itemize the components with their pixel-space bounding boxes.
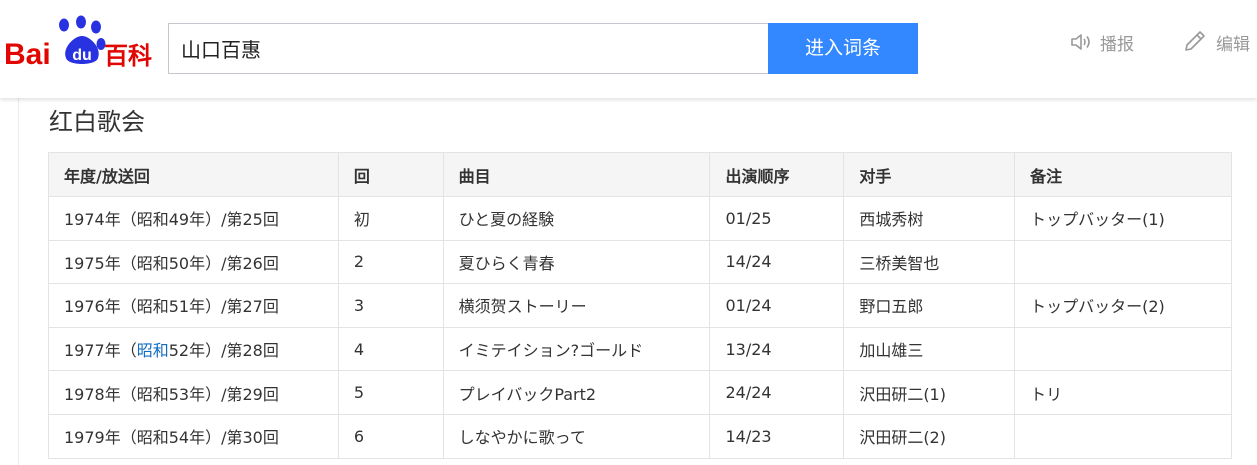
section-title: 红白歌会 xyxy=(49,108,145,136)
header: du Bai 百科 进入词条 播报 编辑 xyxy=(0,0,1257,98)
note-cell: トリ xyxy=(1014,370,1232,415)
year-text: 1975年（ xyxy=(64,253,137,273)
order-cell: 13/24 xyxy=(709,326,845,372)
note-cell: トップバッター(2) xyxy=(1014,283,1232,328)
round-cell: 2 xyxy=(337,239,444,285)
pencil-icon xyxy=(1185,31,1205,51)
showa-link[interactable]: 昭和 xyxy=(137,341,169,360)
year-text: 昭和54年）/第30回 xyxy=(136,428,279,448)
enter-entry-button[interactable]: 进入词条 xyxy=(768,23,918,74)
year-cell: 1975年（昭和50年）/第26回 xyxy=(48,239,339,285)
table-row: 1975年（昭和50年）/第26回 2 夏ひらく青春 14/24 三桥美智也 xyxy=(48,239,1232,285)
round-cell: 6 xyxy=(337,413,444,459)
year-text: 昭和53年）/第29回 xyxy=(136,384,279,404)
speaker-icon xyxy=(1071,34,1090,50)
order-cell: 14/24 xyxy=(709,239,845,285)
column-header: 出演顺序 xyxy=(709,152,845,197)
year-text: 1979年（ xyxy=(64,428,137,448)
opponent-cell: 沢田研二(2) xyxy=(843,413,1016,459)
edit-button[interactable]: 编辑 xyxy=(1182,30,1250,55)
song-cell: 横须贺ストーリー xyxy=(442,283,711,328)
baidu-baike-logo[interactable]: du Bai 百科 xyxy=(4,14,156,71)
order-cell: 01/25 xyxy=(709,196,845,241)
table-row: 1979年（昭和54年）/第30回 6 しなやかに歌って 14/23 沢田研二(… xyxy=(48,413,1232,459)
year-text: 1976年（ xyxy=(64,297,137,317)
year-text: 昭和49年）/第25回 xyxy=(136,210,279,230)
year-text: 昭和51年）/第27回 xyxy=(136,297,279,317)
logo-du-text: du xyxy=(72,47,92,64)
opponent-cell: 加山雄三 xyxy=(843,326,1016,372)
order-cell: 01/24 xyxy=(709,283,845,328)
year-cell: 1977年（昭和52年）/第28回 xyxy=(48,326,339,372)
table-row: 1977年（昭和52年）/第28回 4 イミテイション?ゴールド 13/24 加… xyxy=(48,326,1232,372)
column-header: 年度/放送回 xyxy=(48,152,339,197)
logo-baike-text: 百科 xyxy=(104,42,152,70)
song-cell: 夏ひらく青春 xyxy=(442,239,711,285)
year-cell: 1979年（昭和54年）/第30回 xyxy=(48,413,339,459)
year-cell: 1976年（昭和51年）/第27回 xyxy=(48,283,339,328)
song-cell: しなやかに歌って xyxy=(442,413,711,459)
opponent-cell: 野口五郎 xyxy=(843,283,1016,328)
search-input[interactable] xyxy=(169,24,769,73)
column-header: 对手 xyxy=(843,152,1016,197)
song-cell: ひと夏の経験 xyxy=(442,196,711,241)
year-text: 1977年（ xyxy=(64,341,137,361)
edit-label: 编辑 xyxy=(1216,34,1250,55)
year-text: 52年）/第28回 xyxy=(168,341,279,361)
play-audio-button[interactable]: 播报 xyxy=(1070,30,1134,55)
year-cell: 1978年（昭和53年）/第29回 xyxy=(48,370,339,415)
play-label: 播报 xyxy=(1100,34,1134,55)
song-cell: プレイバックPart2 xyxy=(442,370,711,415)
year-text: 1978年（ xyxy=(64,384,137,404)
table-row: 1976年（昭和51年）/第27回 3 横须贺ストーリー 01/24 野口五郎 … xyxy=(48,283,1232,328)
opponent-cell: 三桥美智也 xyxy=(843,239,1016,285)
note-cell xyxy=(1014,413,1232,459)
column-header: 曲目 xyxy=(442,152,711,197)
song-cell: イミテイション?ゴールド xyxy=(442,326,711,372)
main-content: 红白歌会 年度/放送回 回 曲目 出演顺序 对手 备注 1974年（昭和49年）… xyxy=(18,98,1257,465)
column-header: 备注 xyxy=(1014,152,1232,197)
logo-bai-text: Bai xyxy=(4,38,51,70)
note-cell xyxy=(1014,239,1232,285)
order-cell: 14/23 xyxy=(709,413,845,459)
year-text: 昭和50年）/第26回 xyxy=(136,253,279,273)
table-header-row: 年度/放送回 回 曲目 出演顺序 对手 备注 xyxy=(48,152,1232,197)
round-cell: 3 xyxy=(337,283,444,328)
kohaku-table: 年度/放送回 回 曲目 出演顺序 对手 备注 1974年（昭和49年）/第25回… xyxy=(48,152,1232,459)
order-cell: 24/24 xyxy=(709,370,845,415)
round-cell: 初 xyxy=(337,196,444,241)
table-row: 1978年（昭和53年）/第29回 5 プレイバックPart2 24/24 沢田… xyxy=(48,370,1232,415)
opponent-cell: 西城秀树 xyxy=(843,196,1016,241)
baidu-paw-logo-icon: du Bai 百科 xyxy=(4,15,152,71)
round-cell: 4 xyxy=(337,326,444,372)
year-cell: 1974年（昭和49年）/第25回 xyxy=(48,196,339,241)
round-cell: 5 xyxy=(337,370,444,415)
column-header: 回 xyxy=(337,152,444,197)
year-text: 1974年（ xyxy=(64,210,137,230)
search-box xyxy=(168,23,769,74)
opponent-cell: 沢田研二(1) xyxy=(843,370,1016,415)
note-cell xyxy=(1014,326,1232,372)
note-cell: トップバッター(1) xyxy=(1014,196,1232,241)
table-row: 1974年（昭和49年）/第25回 初 ひと夏の経験 01/25 西城秀树 トッ… xyxy=(48,196,1232,241)
